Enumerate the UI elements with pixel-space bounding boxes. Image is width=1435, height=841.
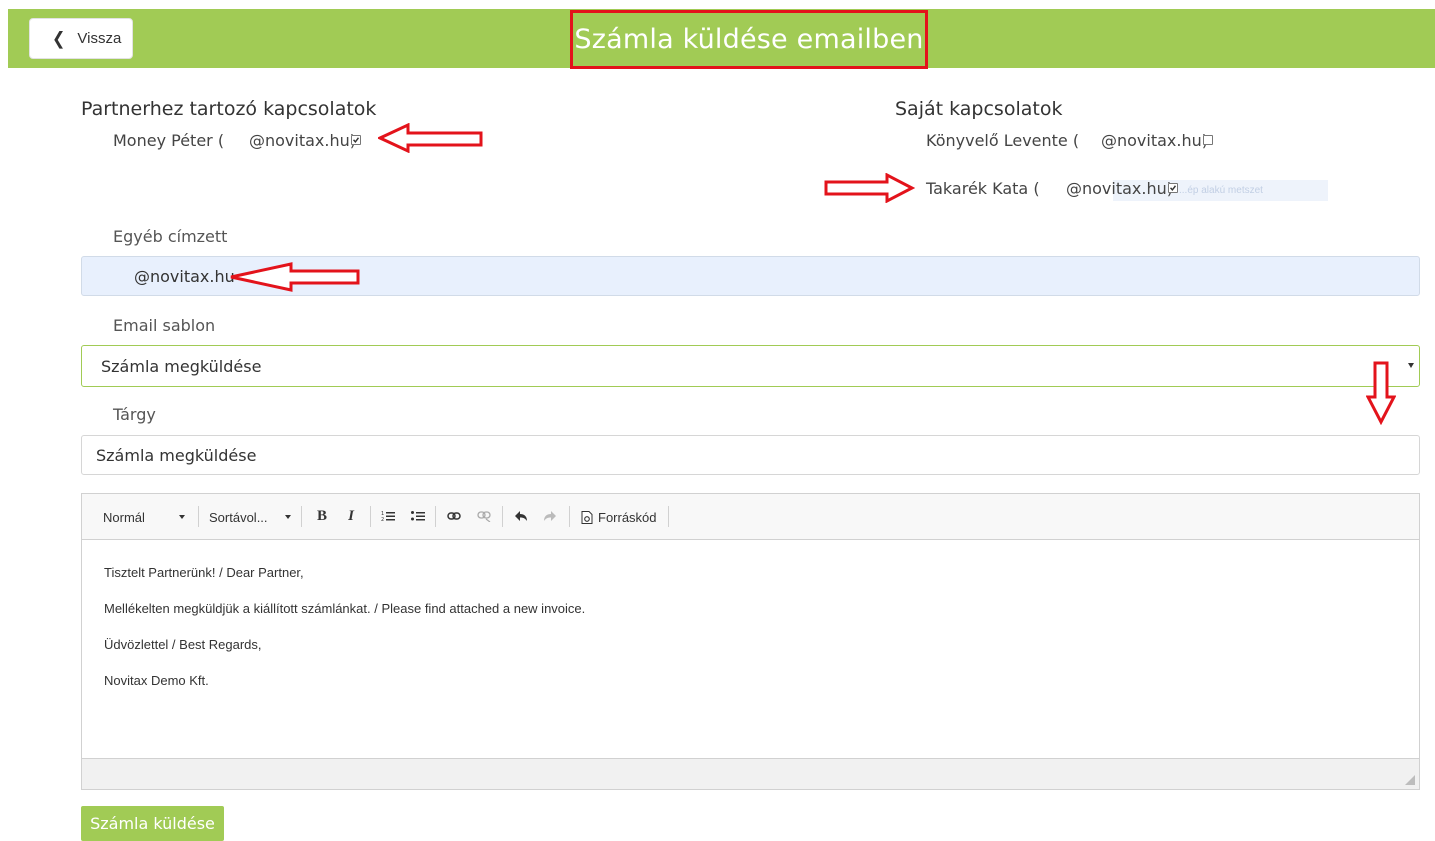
email-template-value: Számla megküldése (101, 356, 262, 376)
contact-name: Könyvelő Levente ( (926, 130, 1080, 150)
editor-statusbar (82, 758, 1419, 789)
partner-contacts-heading: Partnerhez tartozó kapcsolatok (81, 98, 377, 120)
resize-grip-icon[interactable] (1405, 775, 1415, 785)
undo-icon[interactable] (511, 506, 531, 526)
toolbar-divider (668, 506, 669, 527)
bullet-list-icon[interactable] (408, 506, 428, 526)
unlink-icon[interactable] (474, 506, 494, 526)
own-contact-item: Takarék Kata ( @novitax.hu) (926, 178, 1186, 198)
toolbar-divider (198, 506, 199, 527)
contact-email: @novitax.hu) (249, 130, 356, 150)
toolbar-divider (301, 506, 302, 527)
email-template-select[interactable]: Számla megküldése (81, 345, 1420, 387)
bold-icon[interactable]: B (312, 506, 332, 526)
chevron-down-icon (285, 515, 291, 519)
redo-icon[interactable] (540, 506, 560, 526)
other-recipient-label: Egyéb címzett (113, 227, 228, 246)
own-contacts-heading: Saját kapcsolatok (895, 98, 1063, 120)
link-icon[interactable] (444, 506, 464, 526)
contact-name: Takarék Kata ( (926, 178, 1040, 198)
format-dropdown-label: Normál (103, 509, 145, 525)
svg-text:2: 2 (381, 517, 384, 522)
annotation-arrow-down-icon (1366, 361, 1396, 425)
body-line: Novitax Demo Kft. (104, 673, 209, 688)
subject-label: Tárgy (113, 405, 156, 424)
chevron-down-icon (179, 515, 185, 519)
format-dropdown[interactable]: Normál (103, 508, 145, 526)
own-contact-checkbox[interactable] (1168, 183, 1178, 193)
page-title: Számla küldése emailben (574, 24, 924, 55)
toolbar-divider (435, 506, 436, 527)
italic-icon[interactable]: I (341, 506, 361, 526)
annotation-arrow-left-icon (230, 262, 360, 292)
body-line: Tisztelt Partnerünk! / Dear Partner, (104, 565, 304, 580)
email-template-label: Email sablon (113, 316, 216, 335)
body-line: Üdvözlettel / Best Regards, (104, 637, 262, 652)
line-spacing-label: Sortávol... (209, 509, 268, 525)
chevron-down-icon (1408, 363, 1414, 368)
numbered-list-icon[interactable]: 12 (378, 506, 398, 526)
body-line: Mellékelten megküldjük a kiállított szám… (104, 601, 586, 616)
annotation-arrow-right-icon (824, 173, 915, 203)
own-contact-checkbox[interactable] (1203, 135, 1213, 145)
toolbar-divider (370, 506, 371, 527)
contact-name: Money Péter ( (113, 130, 225, 150)
source-code-label: Forráskód (598, 509, 657, 525)
toolbar-divider (502, 506, 503, 527)
email-body-editor: Normál Sortávol... B I 12 Forráskód Tisz… (81, 493, 1420, 790)
contact-email: @novitax.hu) (1101, 130, 1208, 150)
send-invoice-button[interactable]: Számla küldése (81, 806, 224, 841)
own-contact-item: Könyvelő Levente ( @novitax.hu) (926, 130, 1226, 150)
back-button[interactable]: ❮ Vissza (29, 18, 133, 59)
other-recipient-value: @novitax.hu (134, 266, 235, 286)
back-button-label: Vissza (77, 30, 122, 47)
source-code-button[interactable]: Forráskód (581, 508, 657, 526)
editor-content[interactable]: Tisztelt Partnerünk! / Dear Partner, Mel… (82, 541, 1419, 759)
line-spacing-dropdown[interactable]: Sortávol... (209, 508, 268, 526)
editor-toolbar: Normál Sortávol... B I 12 Forráskód (82, 494, 1419, 540)
subject-value: Számla megküldése (96, 445, 257, 465)
contact-email: @novitax.hu) (1066, 178, 1173, 198)
toolbar-divider (569, 506, 570, 527)
chevron-left-icon: ❮ (52, 29, 66, 49)
page-title-highlight: Számla küldése emailben (570, 10, 928, 69)
subject-field[interactable]: Számla megküldése (81, 435, 1420, 475)
source-icon (581, 510, 593, 524)
send-invoice-label: Számla küldése (90, 814, 215, 833)
partner-contact-item: Money Péter ( @novitax.hu) (113, 130, 373, 150)
partner-contact-checkbox[interactable] (351, 135, 361, 145)
annotation-arrow-left-icon (378, 123, 483, 153)
